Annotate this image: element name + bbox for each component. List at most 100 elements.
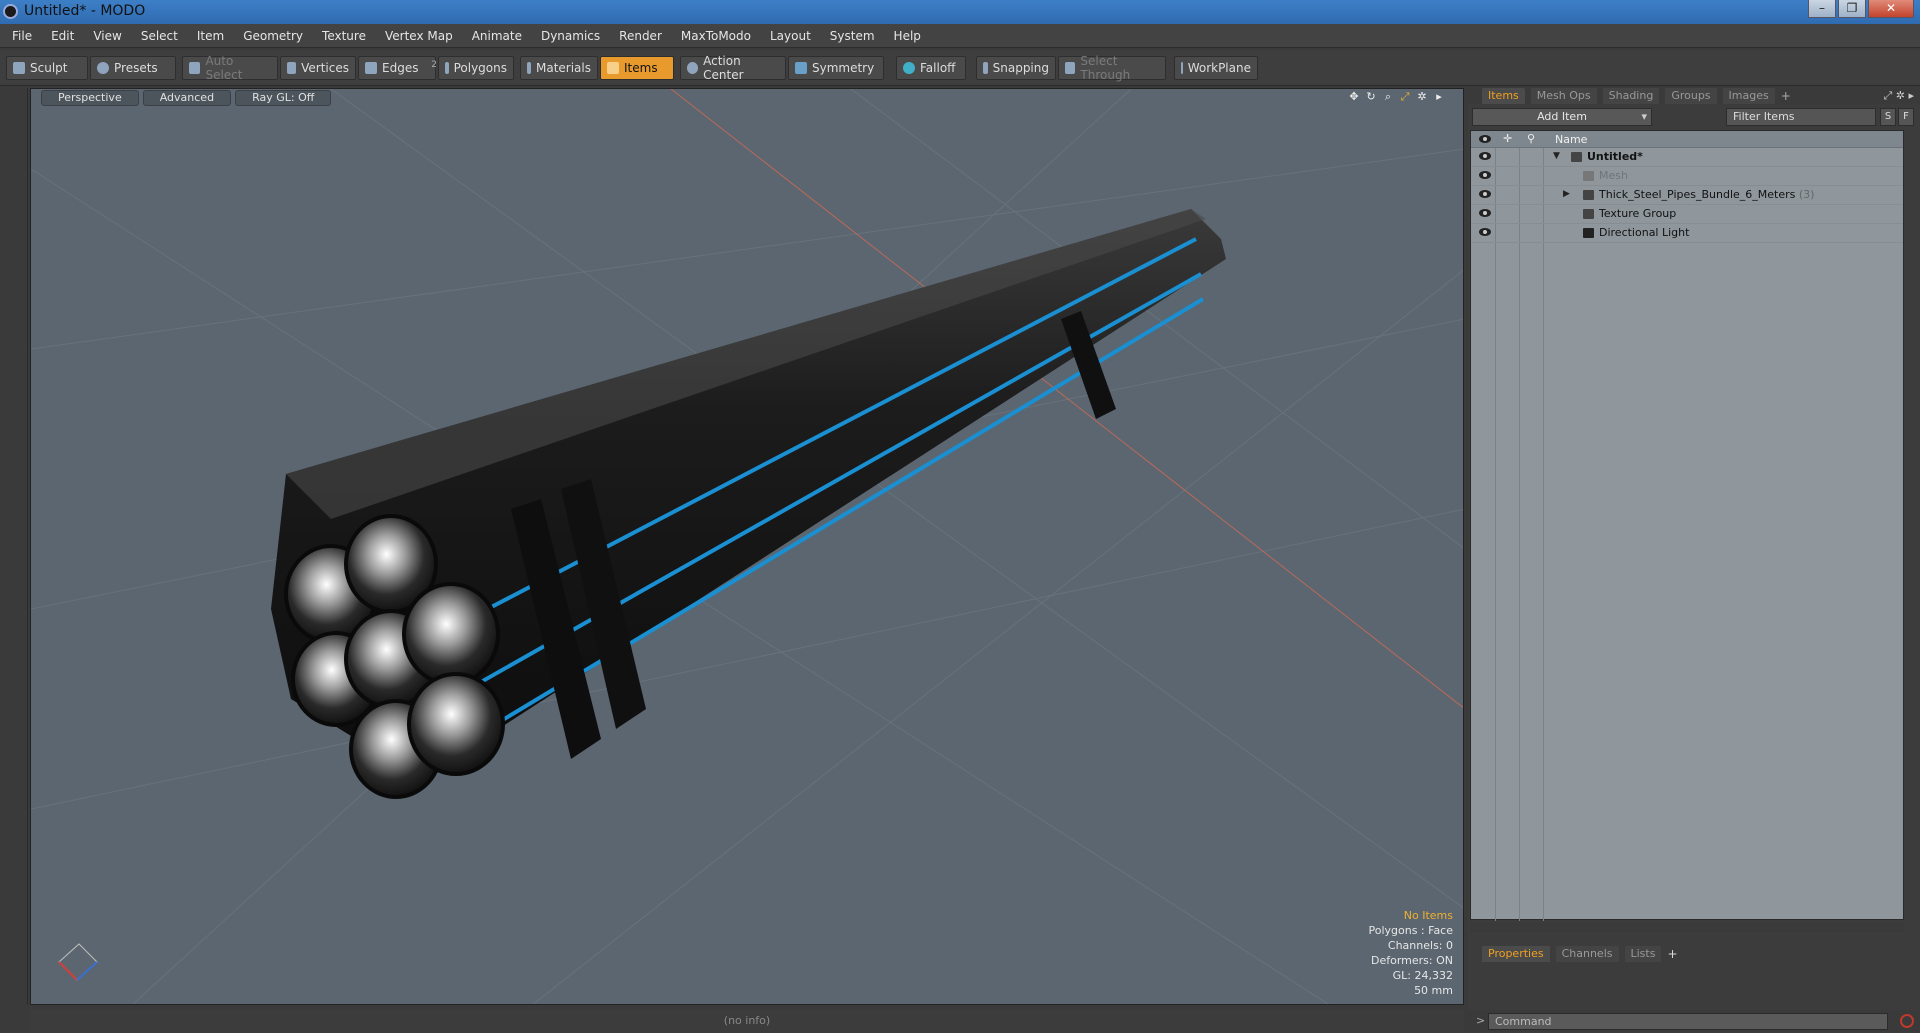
materials-button[interactable]: Materials bbox=[520, 56, 598, 80]
mesh-icon bbox=[1583, 171, 1594, 181]
main-toolbar: Sculpt Presets Auto Select Vertices Edge… bbox=[0, 50, 1920, 86]
deformers-state: Deformers: ON bbox=[1371, 954, 1453, 967]
tab-perspective[interactable]: Perspective bbox=[41, 90, 139, 106]
tree-row[interactable]: ▶ Thick_Steel_Pipes_Bundle_6_Meters (3) bbox=[1471, 186, 1903, 205]
tab-advanced[interactable]: Advanced bbox=[142, 90, 232, 106]
menu-file[interactable]: File bbox=[12, 29, 32, 43]
menu-item[interactable]: Item bbox=[197, 29, 224, 43]
expand-icon[interactable]: ▼ bbox=[1553, 151, 1560, 161]
item-label: Untitled* bbox=[1587, 150, 1643, 163]
tree-row[interactable]: ▼ Untitled* bbox=[1471, 148, 1903, 167]
eye-icon[interactable] bbox=[1479, 209, 1491, 217]
action-center-button[interactable]: Action Center bbox=[680, 54, 786, 82]
menu-system[interactable]: System bbox=[830, 29, 875, 43]
record-icon[interactable] bbox=[1900, 1014, 1914, 1028]
properties-tab-bar: Properties Channels Lists + bbox=[1468, 946, 1920, 962]
tab-items[interactable]: Items bbox=[1482, 88, 1525, 104]
sculpt-button[interactable]: Sculpt bbox=[6, 56, 88, 80]
tab-images[interactable]: Images bbox=[1722, 88, 1775, 104]
action-center-icon bbox=[687, 62, 699, 74]
f-toggle-button[interactable]: F bbox=[1898, 108, 1914, 126]
viewport-nav-icons: ✥ ↻ ⌕ ⤢ ✲ ▸ bbox=[1348, 91, 1445, 103]
command-input[interactable]: Command bbox=[1488, 1013, 1888, 1030]
minimize-icon[interactable]: – bbox=[1808, 0, 1836, 18]
item-label: Thick_Steel_Pipes_Bundle_6_Meters (3) bbox=[1599, 188, 1815, 201]
expand-icon[interactable]: ▶ bbox=[1563, 189, 1570, 199]
panel-tab-bar: Items Mesh Ops Shading Groups Images + bbox=[1468, 88, 1920, 104]
tab-shading[interactable]: Shading bbox=[1602, 88, 1660, 104]
eye-icon[interactable] bbox=[1479, 171, 1491, 179]
prompt-icon: > bbox=[1476, 1014, 1486, 1027]
add-tab-icon[interactable]: + bbox=[1781, 89, 1791, 103]
title-bar: Untitled* - MODO – ❐ ✕ bbox=[0, 0, 1920, 24]
maximize-icon[interactable]: ⤢ bbox=[1399, 91, 1411, 103]
filter-items-input[interactable]: Filter Items bbox=[1726, 108, 1876, 126]
menu-vertex-map[interactable]: Vertex Map bbox=[385, 29, 453, 43]
3d-viewport[interactable]: Perspective Advanced Ray GL: Off ✥ ↻ ⌕ ⤢… bbox=[30, 88, 1464, 1005]
edges-icon bbox=[365, 62, 377, 74]
menu-texture[interactable]: Texture bbox=[322, 29, 366, 43]
menu-select[interactable]: Select bbox=[141, 29, 178, 43]
polygons-button[interactable]: Polygons bbox=[438, 56, 514, 80]
tree-row[interactable]: Texture Group bbox=[1471, 205, 1903, 224]
tab-mesh-ops[interactable]: Mesh Ops bbox=[1530, 88, 1597, 104]
gear-icon[interactable]: ✲ bbox=[1416, 91, 1428, 103]
workplane-button[interactable]: WorkPlane bbox=[1174, 56, 1258, 80]
items-icon bbox=[607, 62, 619, 74]
item-label: Mesh bbox=[1599, 169, 1628, 182]
menu-edit[interactable]: Edit bbox=[51, 29, 74, 43]
tab-properties[interactable]: Properties bbox=[1482, 946, 1550, 962]
close-icon[interactable]: ✕ bbox=[1868, 0, 1914, 18]
s-toggle-button[interactable]: S bbox=[1880, 108, 1896, 126]
items-panel: Items Mesh Ops Shading Groups Images + ⤢… bbox=[1468, 88, 1920, 1033]
left-tool-strip bbox=[0, 88, 28, 1005]
tab-groups[interactable]: Groups bbox=[1665, 88, 1717, 104]
add-item-button[interactable]: Add Item ▾ bbox=[1472, 108, 1652, 126]
auto-select-button[interactable]: Auto Select bbox=[182, 54, 278, 82]
zoom-icon[interactable]: ⌕ bbox=[1382, 91, 1394, 103]
vertices-button[interactable]: Vertices bbox=[280, 56, 356, 80]
menu-maxtomodo[interactable]: MaxToModo bbox=[681, 29, 751, 43]
items-button[interactable]: Items bbox=[600, 56, 674, 80]
symmetry-button[interactable]: Symmetry bbox=[788, 56, 884, 80]
menu-render[interactable]: Render bbox=[619, 29, 662, 43]
column-name[interactable]: Name bbox=[1555, 133, 1587, 146]
texture-group-icon bbox=[1583, 209, 1594, 219]
edges-button[interactable]: Edges 2 bbox=[358, 56, 437, 80]
polygons-icon bbox=[445, 62, 449, 74]
select-through-button[interactable]: Select Through bbox=[1058, 54, 1166, 82]
eye-icon[interactable] bbox=[1479, 228, 1491, 236]
tab-channels[interactable]: Channels bbox=[1555, 946, 1619, 962]
pan-icon[interactable]: ✥ bbox=[1348, 91, 1360, 103]
menu-animate[interactable]: Animate bbox=[472, 29, 522, 43]
menu-dynamics[interactable]: Dynamics bbox=[541, 29, 600, 43]
tab-ray-gl[interactable]: Ray GL: Off bbox=[235, 90, 332, 106]
menu-layout[interactable]: Layout bbox=[770, 29, 811, 43]
presets-button[interactable]: Presets bbox=[90, 56, 176, 80]
chevron-right-icon[interactable]: ▸ bbox=[1433, 91, 1445, 103]
window-title: Untitled* - MODO bbox=[24, 3, 146, 19]
rotate-icon[interactable]: ↻ bbox=[1365, 91, 1377, 103]
eye-icon[interactable] bbox=[1479, 190, 1491, 198]
scene-icon bbox=[1571, 152, 1582, 162]
tree-row[interactable]: Directional Light bbox=[1471, 224, 1903, 243]
polygons-mode: Polygons : Face bbox=[1368, 924, 1453, 937]
tree-row[interactable]: Mesh bbox=[1471, 167, 1903, 186]
eye-icon[interactable] bbox=[1479, 152, 1491, 160]
snapping-button[interactable]: Snapping bbox=[976, 56, 1056, 80]
menu-view[interactable]: View bbox=[93, 29, 121, 43]
item-label: Directional Light bbox=[1599, 226, 1690, 239]
tree-scrollbar[interactable] bbox=[1470, 922, 1904, 932]
panel-options-icon[interactable]: ⤢ ✲ ▸ bbox=[1883, 89, 1914, 103]
menu-geometry[interactable]: Geometry bbox=[243, 29, 303, 43]
viewport-scene bbox=[31, 89, 1463, 1004]
falloff-button[interactable]: Falloff bbox=[896, 56, 966, 80]
menu-bar: File Edit View Select Item Geometry Text… bbox=[0, 24, 1920, 48]
add-tab-icon[interactable]: + bbox=[1667, 947, 1677, 961]
presets-icon bbox=[97, 62, 109, 74]
menu-help[interactable]: Help bbox=[894, 29, 921, 43]
restore-icon[interactable]: ❐ bbox=[1838, 0, 1866, 18]
tab-lists[interactable]: Lists bbox=[1624, 946, 1662, 962]
vertices-icon bbox=[287, 62, 297, 74]
viewport-tab-bar: Perspective Advanced Ray GL: Off bbox=[31, 89, 332, 107]
